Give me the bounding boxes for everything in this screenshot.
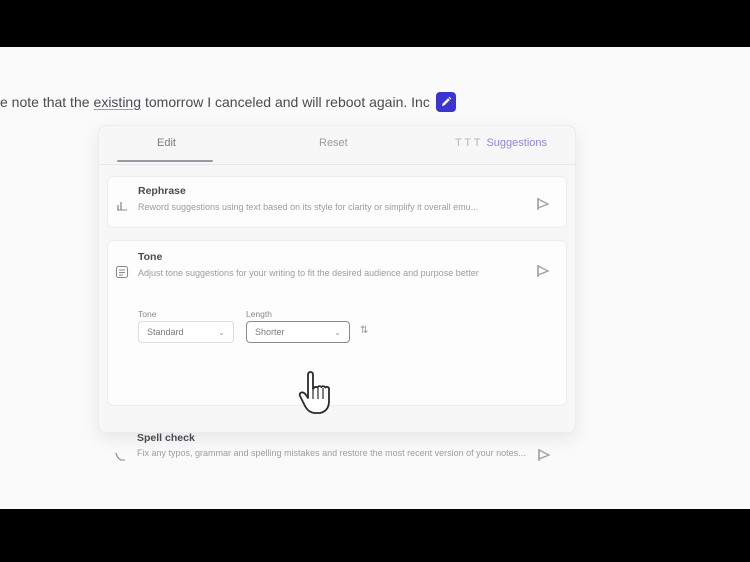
active-tab-indicator	[117, 160, 213, 162]
send-icon[interactable]	[534, 262, 552, 280]
letterbox-bottom	[0, 509, 750, 562]
send-icon[interactable]	[535, 446, 553, 464]
hand-cursor-icon	[298, 371, 330, 414]
spell-check-title: Spell check	[137, 432, 195, 444]
text-after: tomorrow I canceled and will reboot agai…	[145, 94, 430, 110]
tone-field-label: Tone	[138, 309, 157, 319]
tone-description: Adjust tone suggestions for your writing…	[138, 268, 479, 278]
rephrase-title: Rephrase	[138, 185, 186, 197]
length-select[interactable]: Shorter ⌄	[246, 321, 350, 343]
send-icon[interactable]	[534, 195, 552, 213]
length-select-value: Shorter	[255, 327, 285, 337]
tone-title: Tone	[138, 251, 163, 263]
tab-edit[interactable]: Edit	[157, 137, 176, 149]
panel-tabs: Edit Reset T T T Suggestions	[99, 126, 575, 166]
rephrase-icon	[114, 197, 130, 213]
pencil-icon[interactable]	[435, 92, 456, 112]
letterbox-top	[0, 0, 750, 47]
tone-select-value: Standard	[147, 327, 184, 337]
text-before: e note that the	[0, 94, 90, 110]
length-field-label: Length	[246, 309, 272, 319]
ai-assistant-panel: Edit Reset T T T Suggestions Rephrase Re…	[98, 125, 576, 461]
tone-row[interactable]: Tone Adjust tone suggestions for your wr…	[107, 240, 567, 406]
rephrase-description: Reword suggestions using text based on i…	[138, 202, 479, 212]
swap-icon[interactable]: ⇅	[360, 325, 368, 336]
underlined-word[interactable]: existing	[94, 94, 141, 110]
tab-reset[interactable]: Reset	[319, 137, 348, 149]
spell-check-row[interactable]: Spell check Fix any typos, grammar and s…	[107, 424, 567, 482]
rephrase-row[interactable]: Rephrase Reword suggestions using text b…	[107, 176, 567, 228]
editor-text-line[interactable]: e note that the existing tomorrow I canc…	[0, 91, 456, 113]
tab-suggestions-label: Suggestions	[486, 137, 547, 149]
chevron-down-icon: ⌄	[334, 327, 341, 337]
tone-select[interactable]: Standard ⌄	[138, 321, 234, 343]
text-format-icon: T T T	[454, 137, 481, 149]
chevron-down-icon: ⌄	[218, 327, 225, 337]
tone-icon	[114, 264, 130, 280]
tabs-divider	[99, 164, 575, 165]
spell-check-description: Fix any typos, grammar and spelling mist…	[137, 448, 526, 458]
tab-suggestions[interactable]: T T T Suggestions	[455, 137, 547, 149]
app-viewport: e note that the existing tomorrow I canc…	[0, 47, 750, 509]
spell-check-icon	[113, 448, 129, 464]
